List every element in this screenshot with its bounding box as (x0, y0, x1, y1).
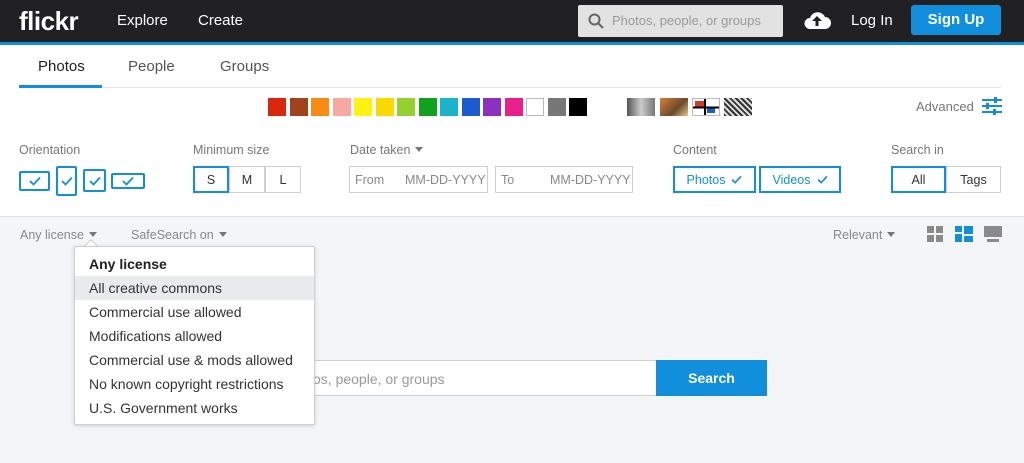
color-swatch[interactable] (268, 98, 286, 116)
view-justified-icon[interactable] (955, 226, 973, 242)
color-swatch[interactable] (289, 98, 308, 116)
check-icon (60, 176, 73, 186)
signup-button[interactable]: Sign Up (911, 5, 1001, 35)
caret-down-icon (88, 232, 97, 237)
min-size-label: Minimum size (193, 143, 270, 157)
date-from-placeholder: MM-DD-YYYY (405, 173, 486, 187)
minimalist-pattern-icon (693, 99, 719, 115)
color-swatch[interactable] (418, 98, 437, 116)
caret-down-icon (415, 147, 424, 152)
orientation-square[interactable] (83, 169, 106, 192)
license-option-no-known-copyright[interactable]: No known copyright restrictions (75, 372, 314, 396)
license-filter-label: Any license (20, 228, 84, 242)
content-photos-toggle[interactable]: Photos (673, 166, 756, 193)
main-search-input[interactable]: os, people, or groups (312, 360, 657, 396)
license-option-all-cc[interactable]: All creative commons (75, 276, 314, 300)
check-icon (816, 175, 828, 184)
upload-cloud-icon[interactable] (803, 9, 831, 31)
date-from-label: From (355, 173, 385, 187)
license-option-any[interactable]: Any license (75, 252, 314, 276)
search-in-tags-button[interactable]: Tags (946, 166, 1001, 193)
date-taken-label[interactable]: Date taken (350, 143, 424, 157)
tab-groups[interactable]: Groups (220, 58, 269, 75)
tabs-divider (19, 87, 1001, 88)
style-black-white[interactable] (627, 98, 655, 116)
sort-label: Relevant (833, 228, 883, 242)
style-shallow-depth[interactable] (660, 98, 688, 116)
main-search-placeholder: os, people, or groups (313, 371, 445, 387)
caret-down-icon (218, 232, 227, 237)
color-swatch[interactable] (483, 98, 501, 116)
date-to-label: To (501, 173, 515, 187)
safesearch-filter[interactable]: SafeSearch on (131, 228, 227, 242)
search-in-label: Search in (891, 143, 944, 157)
nav-create[interactable]: Create (198, 12, 243, 29)
color-swatch[interactable] (569, 98, 587, 116)
date-to-field[interactable]: To MM-DD-YYYY (495, 166, 633, 193)
color-swatch[interactable] (332, 98, 351, 116)
color-swatch[interactable] (504, 98, 523, 116)
license-filter[interactable]: Any license (20, 228, 97, 242)
color-swatch[interactable] (375, 98, 394, 116)
main-search-button[interactable]: Search (656, 360, 767, 396)
license-option-commercial[interactable]: Commercial use allowed (75, 300, 314, 324)
advanced-sliders-icon[interactable] (982, 97, 1002, 115)
flickr-logo[interactable]: flickr (19, 6, 79, 37)
license-option-commercial-mods[interactable]: Commercial use & mods allowed (75, 348, 314, 372)
license-option-us-gov[interactable]: U.S. Government works (75, 396, 314, 420)
view-grid-icon[interactable] (927, 226, 943, 242)
size-small-button[interactable]: S (193, 166, 229, 193)
sort-dropdown[interactable]: Relevant (833, 228, 896, 242)
content-videos-toggle[interactable]: Videos (759, 166, 841, 193)
color-swatch[interactable] (440, 98, 458, 116)
active-tab-indicator (19, 85, 102, 88)
login-link[interactable]: Log In (851, 12, 893, 29)
size-large-button[interactable]: L (265, 166, 301, 193)
orientation-portrait[interactable] (56, 166, 77, 196)
color-swatch[interactable] (311, 98, 329, 116)
style-minimalist[interactable] (692, 98, 720, 116)
license-option-modifications[interactable]: Modifications allowed (75, 324, 314, 348)
color-swatch[interactable] (547, 98, 566, 116)
tab-photos[interactable]: Photos (38, 58, 85, 75)
search-filter-panel: Photos People Groups Advanced Orientatio… (0, 45, 1024, 217)
orientation-panorama[interactable] (111, 173, 145, 189)
color-swatch[interactable] (397, 98, 415, 116)
check-icon (88, 176, 101, 186)
orientation-landscape[interactable] (19, 171, 50, 191)
nav-explore[interactable]: Explore (117, 12, 168, 29)
check-icon (122, 176, 134, 186)
advanced-link[interactable]: Advanced (916, 99, 974, 114)
date-taken-text: Date taken (350, 143, 411, 157)
check-icon (731, 175, 743, 184)
color-swatch[interactable] (526, 98, 544, 116)
caret-down-icon (887, 232, 896, 237)
check-icon (28, 176, 41, 186)
safesearch-label: SafeSearch on (131, 228, 214, 242)
size-medium-button[interactable]: M (229, 166, 265, 193)
style-patterns[interactable] (724, 98, 752, 116)
search-in-all-button[interactable]: All (891, 166, 946, 193)
content-videos-label: Videos (772, 172, 811, 187)
orientation-label: Orientation (19, 143, 81, 157)
content-label: Content (673, 143, 717, 157)
top-nav: flickr Explore Create Photos, people, or… (0, 0, 1024, 42)
color-swatch[interactable] (461, 98, 480, 116)
nav-search-placeholder: Photos, people, or groups (612, 13, 761, 28)
date-from-field[interactable]: From MM-DD-YYYY (349, 166, 488, 193)
content-photos-label: Photos (686, 172, 726, 187)
view-detail-icon[interactable] (984, 226, 1002, 242)
date-to-placeholder: MM-DD-YYYY (550, 173, 631, 187)
color-swatch[interactable] (354, 98, 372, 116)
license-dropdown-menu: Any license All creative commons Commerc… (74, 246, 315, 425)
nav-search-input[interactable]: Photos, people, or groups (578, 5, 783, 37)
tab-people[interactable]: People (128, 58, 175, 75)
search-icon (588, 13, 604, 29)
